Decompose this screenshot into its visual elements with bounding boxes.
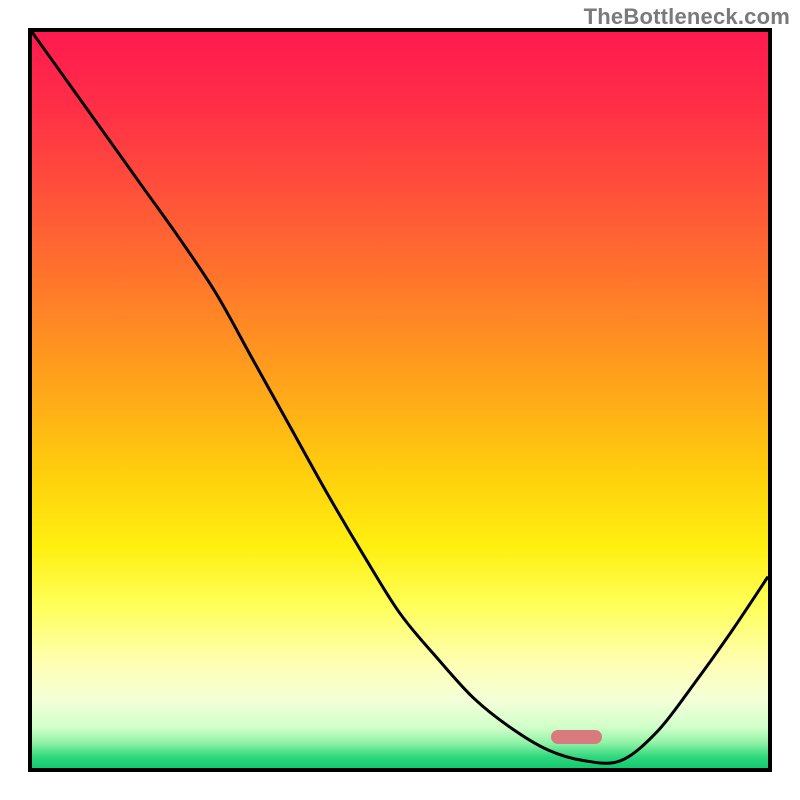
plot-inner: [32, 32, 768, 768]
watermark-text: TheBottleneck.com: [584, 4, 790, 30]
gradient-background: [32, 32, 768, 768]
plot-border: [28, 28, 772, 772]
optimal-marker: [551, 730, 603, 745]
